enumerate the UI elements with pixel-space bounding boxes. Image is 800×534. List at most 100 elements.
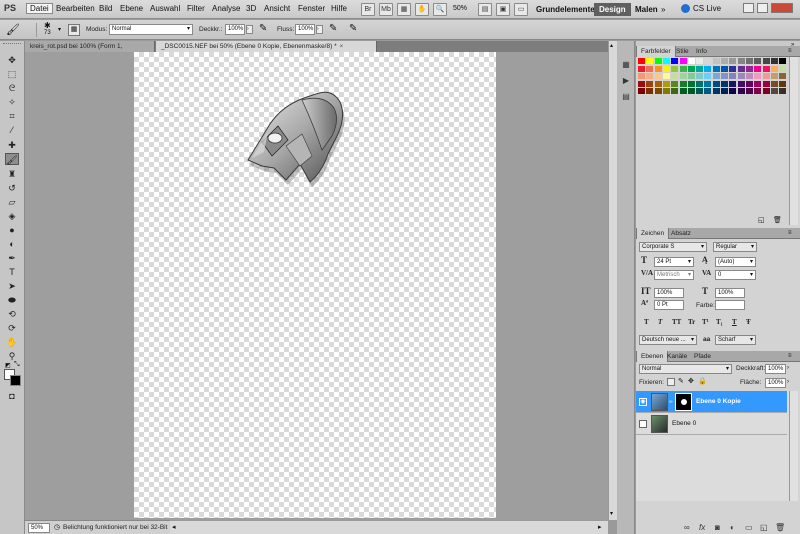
restore-button[interactable]: [757, 3, 768, 13]
actions-panel-icon[interactable]: ▶: [620, 75, 632, 87]
faux-italic-button[interactable]: T: [658, 318, 662, 326]
quick-mask-icon[interactable]: ◘: [5, 390, 19, 402]
color-swatch[interactable]: [745, 73, 753, 79]
pressure-opacity-icon[interactable]: ✎: [259, 23, 267, 34]
move-tool-icon[interactable]: ✥: [5, 54, 19, 66]
panel-menu-icon[interactable]: ≡: [788, 48, 792, 54]
eye-icon[interactable]: ◉: [639, 398, 647, 406]
color-swatch[interactable]: [687, 58, 695, 64]
lock-pixels-icon[interactable]: ✎: [678, 377, 684, 385]
brush-tool-icon[interactable]: 🖌: [5, 153, 19, 165]
color-swatch[interactable]: [770, 88, 778, 94]
chevron-down-icon[interactable]: ▾: [58, 26, 61, 33]
panel-menu-icon[interactable]: ≡: [788, 230, 792, 236]
tab-stile[interactable]: Stile: [672, 46, 693, 57]
menu-datei[interactable]: Datei: [26, 3, 53, 14]
color-swatch[interactable]: [671, 88, 679, 94]
layer-row[interactable]: ◉ ∞ Ebene 0 Kopie: [636, 391, 787, 413]
small-caps-button[interactable]: Tr: [688, 318, 695, 326]
menu-analyse[interactable]: Analyse: [212, 4, 240, 13]
new-group-icon[interactable]: ▭: [745, 523, 753, 532]
color-swatch[interactable]: [646, 65, 654, 72]
color-swatch[interactable]: [721, 58, 728, 64]
color-swatch[interactable]: [704, 65, 712, 72]
canvas-workspace[interactable]: [25, 52, 608, 520]
color-swatch[interactable]: [671, 80, 679, 87]
eraser-tool-icon[interactable]: ▱: [5, 196, 19, 208]
close-icon[interactable]: ×: [340, 44, 344, 50]
color-swatch[interactable]: [687, 65, 695, 72]
color-swatch[interactable]: [737, 88, 745, 94]
opacity-field[interactable]: 100%: [225, 24, 245, 35]
subscript-button[interactable]: T₁: [716, 318, 723, 326]
tab-farbfelder[interactable]: Farbfelder: [636, 46, 676, 57]
color-swatch[interactable]: [696, 73, 704, 79]
color-swatch[interactable]: [721, 73, 728, 79]
screen-mode-icon[interactable]: ▭: [514, 3, 528, 16]
visibility-toggle[interactable]: [639, 420, 647, 428]
swatch-grid[interactable]: [638, 57, 789, 117]
color-swatch[interactable]: [729, 65, 737, 72]
color-swatch[interactable]: [754, 80, 762, 87]
color-swatch[interactable]: [646, 58, 654, 64]
more-workspaces-icon[interactable]: »: [661, 5, 665, 14]
delete-swatch-icon[interactable]: 🗑: [773, 216, 782, 224]
color-swatch[interactable]: [729, 80, 737, 87]
tab-zeichen[interactable]: Zeichen: [636, 228, 670, 239]
default-colors-icon[interactable]: ◩: [5, 362, 11, 369]
hand-icon[interactable]: ✋: [415, 3, 429, 16]
tracking-field[interactable]: 0: [715, 270, 756, 280]
marquee-tool-icon[interactable]: ⬚: [5, 68, 19, 80]
tab-dsc0015[interactable]: _DSC0015.NEF bei 50% (Ebene 0 Kopie, Ebe…: [156, 41, 377, 52]
layer-opacity-field[interactable]: 100%: [765, 364, 786, 374]
menu-bearbeiten[interactable]: Bearbeiten: [56, 4, 95, 13]
color-swatch[interactable]: [762, 80, 770, 87]
menu-ebene[interactable]: Ebene: [120, 4, 143, 13]
color-swatch[interactable]: [696, 88, 704, 94]
color-swatch[interactable]: [745, 88, 753, 94]
color-swatch[interactable]: [712, 58, 720, 64]
workspace-design[interactable]: Design: [594, 3, 631, 16]
opacity-slider-toggle[interactable]: ›: [787, 365, 789, 371]
shape-tool-icon[interactable]: ⬬: [5, 294, 19, 306]
color-swatch[interactable]: [638, 73, 645, 79]
zoom-icon[interactable]: 🔍: [433, 3, 447, 16]
superscript-button[interactable]: T¹: [702, 318, 709, 326]
blur-tool-icon[interactable]: ●: [5, 224, 19, 236]
color-swatch[interactable]: [712, 88, 720, 94]
type-tool-icon[interactable]: T: [5, 266, 19, 278]
color-swatch[interactable]: [712, 65, 720, 72]
flow-field[interactable]: 100%: [295, 24, 315, 35]
brush-panel-icon[interactable]: ▤: [620, 91, 632, 103]
swap-colors-icon[interactable]: ⤡: [14, 361, 20, 369]
zoom-level[interactable]: 50%: [453, 5, 467, 12]
color-swatch[interactable]: [712, 80, 720, 87]
color-swatch[interactable]: [762, 88, 770, 94]
color-swatch[interactable]: [687, 80, 695, 87]
color-swatch[interactable]: [779, 65, 787, 72]
brush-panel-toggle-icon[interactable]: ▦: [68, 24, 80, 36]
color-swatch[interactable]: [662, 65, 670, 72]
status-info-icon[interactable]: ◷: [54, 523, 60, 531]
tab-kanaele[interactable]: Kanäle: [663, 351, 691, 362]
color-swatch[interactable]: [671, 58, 679, 64]
color-swatch[interactable]: [737, 58, 745, 64]
color-swatch[interactable]: [679, 80, 687, 87]
tab-absatz[interactable]: Absatz: [667, 228, 695, 239]
color-swatch[interactable]: [654, 88, 662, 94]
color-swatch[interactable]: [662, 58, 670, 64]
language-select[interactable]: Deutsch neue ...: [639, 335, 697, 345]
workspace-grundelemente[interactable]: Grundelemente: [531, 3, 600, 16]
color-swatch[interactable]: [745, 65, 753, 72]
blend-mode-select[interactable]: Normal: [639, 364, 732, 374]
color-swatch[interactable]: [762, 73, 770, 79]
layer-style-icon[interactable]: fx: [699, 523, 705, 532]
layer-name[interactable]: Ebene 0: [672, 420, 696, 427]
tab-kreis-rot[interactable]: kreis_rot.psd bei 100% (Form 1, RGB/8)×: [25, 41, 155, 61]
leading-field[interactable]: (Auto): [715, 257, 756, 267]
link-layers-icon[interactable]: ∞: [684, 523, 690, 532]
color-swatch[interactable]: [779, 58, 787, 64]
new-swatch-icon[interactable]: ◱: [758, 216, 765, 224]
pressure-size-icon[interactable]: ✎: [349, 23, 357, 34]
color-swatch[interactable]: [679, 65, 687, 72]
